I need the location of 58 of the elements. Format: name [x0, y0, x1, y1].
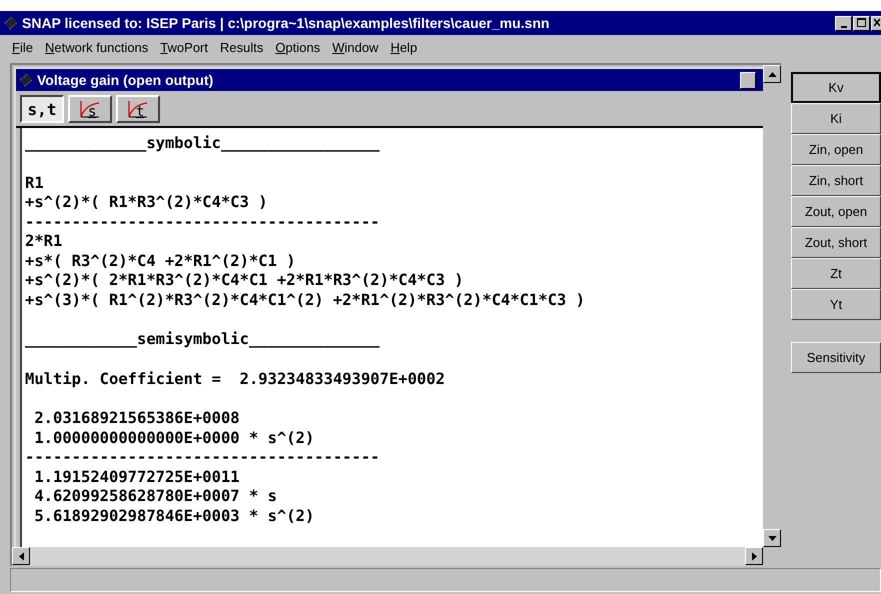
window-title: SNAP licensed to: ISEP Paris | c:\progra~1\snap\examples\filters\cauer_mu.snn	[22, 15, 550, 31]
result-line: 1.19152409772725E+0011	[33, 468, 241, 487]
result-line: ____________semisymbolic______________	[25, 330, 381, 350]
function-button[interactable]: Zt	[791, 258, 881, 289]
chip-icon	[18, 72, 34, 88]
scroll-right-button[interactable]	[745, 547, 763, 565]
document-title: Voltage gain (open output)	[37, 72, 214, 88]
left-arrow-icon	[18, 552, 24, 560]
result-line: --------------------------------------	[25, 212, 381, 232]
curve-icon	[79, 99, 101, 119]
horizontal-scrollbar[interactable]	[12, 547, 763, 566]
result-line: R1	[25, 174, 45, 193]
window-button[interactable]	[740, 72, 756, 88]
function-button[interactable]: Yt	[791, 289, 881, 320]
result-line: +s^(2)*( R1*R3^(2)*C4*C3 )	[25, 193, 269, 212]
tab[interactable]: s,t	[20, 95, 64, 123]
result-line: 2*R1	[25, 232, 64, 252]
result-line: +s*( R3^(2)*C4 +2*R1^(2)*C1 )	[25, 252, 297, 271]
result-line: Multip. Coefficient = 2.93234833493907E+0002	[25, 370, 446, 389]
sensitivity-button[interactable]: Sensitivity	[791, 342, 881, 373]
close-button[interactable]	[871, 16, 881, 30]
menu-item[interactable]: TwoPort	[160, 40, 208, 54]
close-icon	[874, 18, 880, 28]
minimize-button[interactable]	[835, 16, 852, 30]
menu-item[interactable]: Window	[332, 40, 378, 54]
function-button[interactable]: Ki	[791, 103, 881, 134]
scroll-left-button[interactable]	[12, 547, 30, 565]
function-button[interactable]: Zin, short	[791, 165, 881, 196]
function-button[interactable]: Kv	[791, 72, 881, 103]
result-line: 2.03168921565386E+0008	[33, 409, 241, 428]
vertical-scrollbar[interactable]	[763, 65, 781, 547]
result-line: +s^(2)*( 2*R1*R3^(2)*C4*C1 +2*R1*R3^(2)*C4*C3 )	[25, 271, 465, 290]
menu-item[interactable]: Results	[220, 40, 264, 54]
result-line: 1.00000000000000E+0000 * s^(2)	[33, 428, 316, 448]
result-line: --------------------------------------	[25, 448, 381, 468]
result-line: 5.61892902987846E+0003 * s^(2)	[33, 506, 316, 526]
function-button[interactable]: Zout, open	[791, 196, 881, 227]
right-arrow-icon	[752, 552, 756, 560]
result-line: 4.62099258628780E+0007 * s	[33, 487, 278, 506]
scroll-down-button[interactable]	[763, 529, 781, 547]
result-line: _____________symbolic_________________	[25, 134, 381, 154]
up-arrow-icon	[768, 72, 776, 76]
function-button[interactable]: Zout, short	[791, 227, 881, 258]
scroll-up-button[interactable]	[763, 65, 781, 83]
curve-icon	[127, 99, 149, 119]
maximize-icon	[856, 18, 866, 28]
result-line: +s^(3)*( R1^(2)*R3^(2)*C4*C1^(2) +2*R1^(2)*R3^(2)*C4*C1*C3 )	[25, 290, 586, 310]
menu-item[interactable]: Help	[390, 40, 418, 54]
function-button[interactable]: Zin, open	[791, 134, 881, 165]
down-arrow-icon	[768, 536, 776, 540]
tab[interactable]: s	[68, 95, 112, 123]
menu-item[interactable]: Options	[275, 40, 320, 54]
minimize-icon	[840, 26, 846, 28]
maximize-button[interactable]	[853, 16, 870, 30]
chip-icon	[3, 15, 19, 31]
menu-item[interactable]: File	[12, 40, 33, 54]
menu-item[interactable]: Network functions	[44, 40, 148, 54]
tab[interactable]: t	[116, 95, 160, 123]
